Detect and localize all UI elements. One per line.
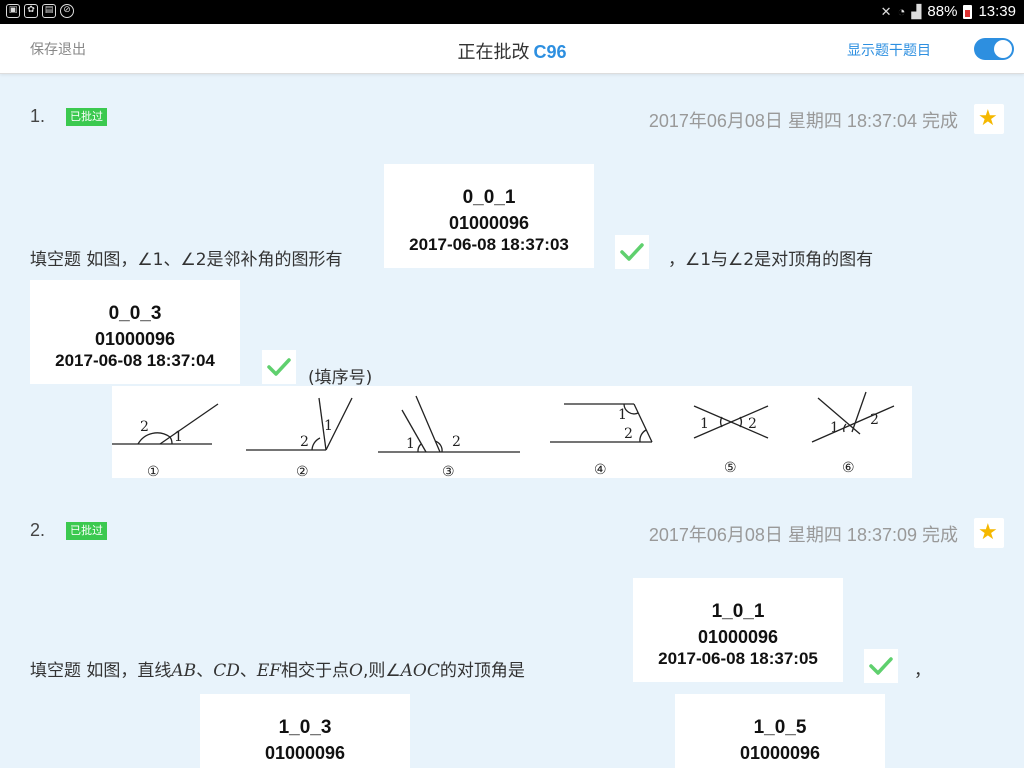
question-number: 1. [30,106,46,126]
answer-time: 2017-06-08 18:37:03 [409,235,569,254]
clock: 13:39 [978,3,1016,20]
question-stem: 如图，∠1、∠2是邻补角的图形有 [86,250,343,270]
question-stem: 、 [239,661,257,681]
question-text: 填空题 如图，∠1、∠2是邻补角的图形有 [30,245,343,270]
angle-diagrams: 21 ① 21 ② 12 ③ 12 ④ 1 2 ⑤ 1 2 ⑥ [112,391,895,480]
answer-time: 2017-06-08 18:37:05 [658,649,818,668]
answer-student-id: 01000096 [697,627,779,647]
figure-4 [550,403,653,443]
figure-3 [378,395,520,453]
answer-image[interactable]: 0_0_1 01000096 2017-06-08 18:37:03 [384,164,594,268]
answer-code: 1_0_5 [753,717,807,738]
completion-time: 2017年06月08日 星期四 18:37:09 完成 [648,525,958,545]
favorite-button[interactable]: ★ [974,518,1004,548]
answer-image[interactable]: 1_0_5 01000096 [675,694,885,768]
math-symbol: CD [213,661,240,681]
figure-label: ③ [442,464,455,478]
battery-icon [963,4,973,19]
star-icon: ★ [978,520,998,545]
math-symbol: AB [171,661,197,681]
question-figure: 21 ① 21 ② 12 ③ 12 ④ 1 2 ⑤ 1 2 ⑥ [112,386,912,480]
answer-code: 1_0_3 [278,717,332,738]
question-stem: 、 [196,661,214,681]
svg-text:2: 2 [452,434,461,450]
question-stem: 如图，直线 [86,661,172,681]
answer-code: 0_0_3 [108,303,162,324]
show-stem-toggle[interactable] [974,38,1014,60]
figure-6 [811,391,895,443]
figure-label: ④ [594,462,607,478]
answer-image[interactable]: 1_0_3 01000096 [200,694,410,768]
title-code: C96 [533,42,567,62]
math-symbol: EF [256,661,282,681]
svg-text:1: 1 [174,429,183,445]
battery-percent: 88% [927,3,958,20]
question-type: 填空题 [30,250,81,270]
answer-image[interactable]: 1_0_1 01000096 2017-06-08 18:37:05 [633,578,843,682]
status-bar: ▣ ✿ ▤ ⊘ ✕ ◔ ▟ 88% 13:39 [0,0,1024,24]
favorite-button[interactable]: ★ [974,104,1004,134]
figure-label: ① [147,464,160,478]
mark-correct-button[interactable] [615,235,649,269]
answer-student-id: 01000096 [94,329,176,349]
completion-time: 2017年06月08日 星期四 18:37:04 完成 [648,111,958,131]
notification-icons: ▣ ✿ ▤ ⊘ [6,4,74,18]
check-icon [620,243,644,261]
question-stem-continued: ， [914,661,931,681]
figure-label: ⑥ [842,460,855,476]
signal-icon: ▟ [911,3,922,19]
math-symbol: O [349,661,363,681]
title-prefix: 正在批改 [457,42,530,63]
question-number: 2. [30,520,46,540]
reviewed-badge: 已批过 [66,108,107,126]
svg-text:1: 1 [324,418,333,434]
question-stem-continued: ，∠1与∠2是对顶角的图有 [668,250,874,270]
answer-student-id: 01000096 [739,743,821,763]
show-stem-label: 显示题干题目 [847,43,931,59]
paw-notification-icon: ✿ [24,4,38,18]
answer-code: 0_0_1 [462,187,516,208]
question-text: 填空题 如图，直线AB、CD、EF相交于点O,则∠AOC的对顶角是 [30,656,525,681]
app-notification-icon: ▣ [6,4,20,18]
answer-student-id: 01000096 [264,743,346,763]
svg-text:2: 2 [624,426,633,442]
mark-correct-button[interactable] [864,649,898,683]
answer-time: 2017-06-08 18:37:04 [55,351,215,370]
question-type: 填空题 [30,661,81,681]
question-hint: (填序号) [308,368,373,388]
figure-1 [112,403,219,445]
svg-text:2: 2 [140,419,149,435]
status-right: ✕ ◔ ▟ 88% 13:39 [881,3,1016,20]
svg-text:2: 2 [870,412,879,428]
wifi-icon: ◔ [897,4,906,19]
figure-2 [246,397,353,451]
answer-student-id: 01000096 [448,213,530,233]
figure-label: ⑤ [724,460,737,476]
svg-text:1: 1 [406,436,415,452]
reviewed-badge: 已批过 [66,522,107,540]
svg-text:1: 1 [618,407,627,423]
question-stem: ,则∠ [362,661,401,681]
question-stem: 相交于点 [281,661,350,681]
check-icon [869,657,893,675]
figure-label: ② [296,464,309,478]
mute-icon: ✕ [880,3,892,19]
mark-correct-button[interactable] [262,350,296,384]
svg-text:1: 1 [700,416,709,432]
svg-text:2: 2 [748,416,757,432]
svg-text:2: 2 [300,434,309,450]
answer-code: 1_0_1 [711,601,765,622]
star-icon: ★ [978,106,998,131]
question-stem: 的对顶角是 [439,661,525,681]
app-header: 保存退出 正在批改 C96 显示题干题目 [0,24,1024,74]
check-icon [267,358,291,376]
save-notification-icon: ▤ [42,4,56,18]
svg-text:1: 1 [830,420,839,436]
answer-image[interactable]: 0_0_3 01000096 2017-06-08 18:37:04 [30,280,240,384]
math-symbol: AOC [400,661,440,681]
blocked-notification-icon: ⊘ [60,4,74,18]
toggle-knob [994,40,1012,58]
